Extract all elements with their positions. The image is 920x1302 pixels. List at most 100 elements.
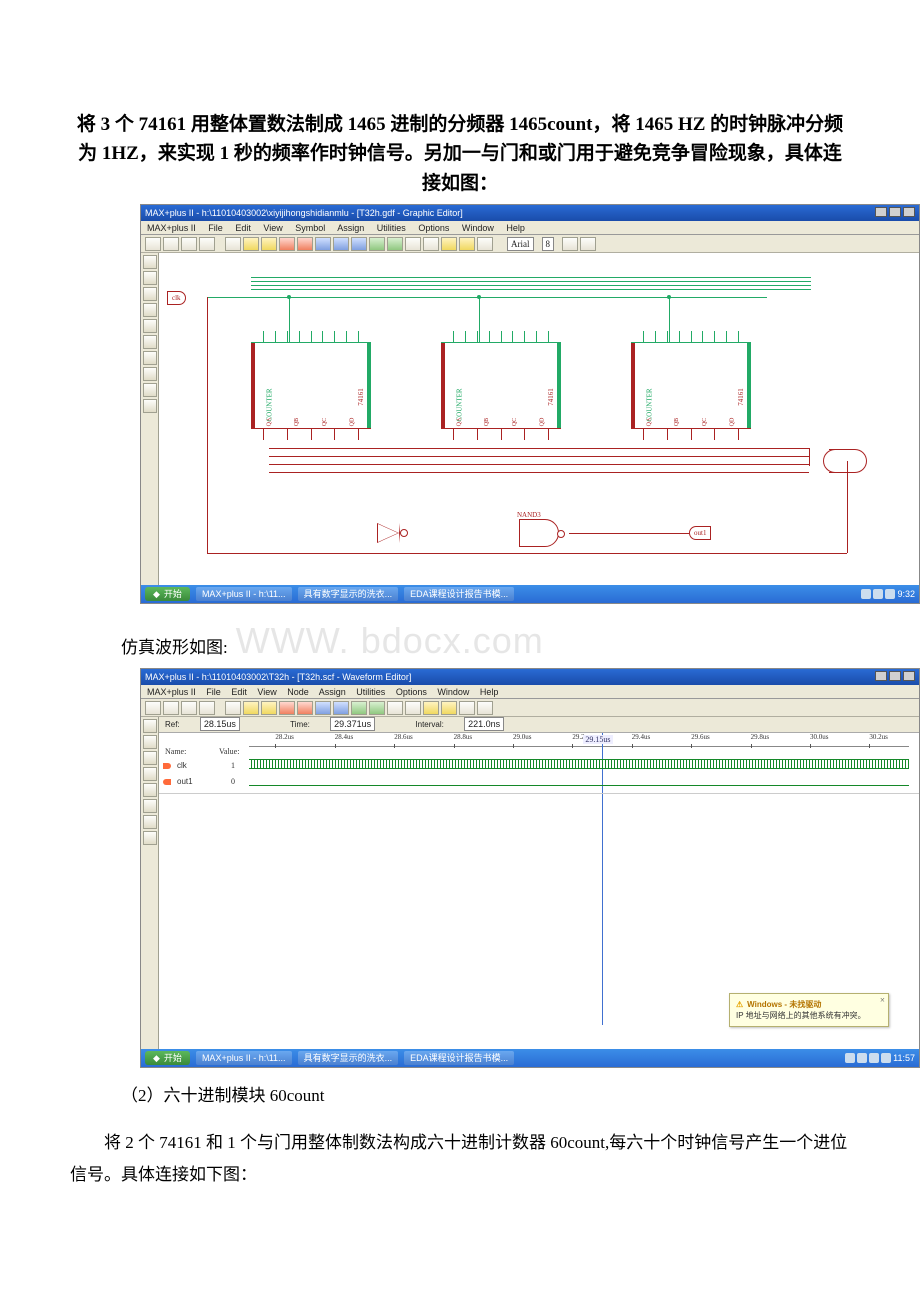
menu-item[interactable]: MAX+plus II <box>147 687 196 697</box>
menu-item[interactable]: View <box>257 687 276 697</box>
menu-item[interactable]: Options <box>396 687 427 697</box>
tool-button[interactable] <box>261 237 277 251</box>
menu-item[interactable]: Node <box>287 687 309 697</box>
tool-button[interactable] <box>199 701 215 715</box>
palette-button[interactable] <box>143 255 157 269</box>
menu-item[interactable]: Assign <box>337 223 364 233</box>
taskbar-task[interactable]: 具有数字显示的洗衣... <box>298 587 399 601</box>
size-select[interactable]: 8 <box>542 237 555 251</box>
tool-button[interactable] <box>297 237 313 251</box>
menu-item[interactable]: File <box>208 223 223 233</box>
tool-button[interactable] <box>225 237 241 251</box>
tool-button[interactable] <box>243 701 259 715</box>
palette-button[interactable] <box>143 287 157 301</box>
tool-button[interactable] <box>315 237 331 251</box>
tool-button[interactable] <box>181 237 197 251</box>
left-tool-palette[interactable] <box>141 253 159 585</box>
menu-item[interactable]: Edit <box>235 223 251 233</box>
window-controls[interactable] <box>875 205 915 221</box>
ref-value[interactable]: 28.15us <box>200 717 240 731</box>
palette-button[interactable] <box>143 319 157 333</box>
tool-button[interactable] <box>145 237 161 251</box>
palette-button[interactable] <box>143 815 157 829</box>
tool-button[interactable] <box>351 237 367 251</box>
signal-name-out1[interactable]: out1 <box>159 777 219 786</box>
palette-button[interactable] <box>143 383 157 397</box>
tool-button[interactable] <box>441 237 457 251</box>
font-select[interactable]: Arial <box>507 237 534 251</box>
signal-name-clk[interactable]: clk <box>159 761 219 770</box>
toolbar[interactable] <box>141 699 919 717</box>
tool-button[interactable] <box>405 701 421 715</box>
system-tray[interactable]: 9:32 <box>861 589 915 599</box>
close-icon[interactable]: × <box>880 995 885 1005</box>
tool-button[interactable] <box>333 701 349 715</box>
palette-button[interactable] <box>143 399 157 413</box>
tool-button[interactable] <box>405 237 421 251</box>
tool-button[interactable] <box>459 237 475 251</box>
palette-button[interactable] <box>143 799 157 813</box>
taskbar-task[interactable]: EDA课程设计报告书模... <box>404 1051 514 1065</box>
tool-button[interactable] <box>163 701 179 715</box>
left-tool-palette[interactable] <box>141 717 159 1049</box>
palette-button[interactable] <box>143 335 157 349</box>
palette-button[interactable] <box>143 303 157 317</box>
tool-button[interactable] <box>181 701 197 715</box>
tool-button[interactable] <box>459 701 475 715</box>
tool-button[interactable] <box>145 701 161 715</box>
tool-button[interactable] <box>387 701 403 715</box>
palette-button[interactable] <box>143 751 157 765</box>
tray-icon[interactable] <box>861 589 871 599</box>
tray-icon[interactable] <box>881 1053 891 1063</box>
tool-button[interactable] <box>261 701 277 715</box>
menu-item[interactable]: Edit <box>231 687 247 697</box>
tool-button[interactable] <box>163 237 179 251</box>
taskbar-task[interactable]: MAX+plus II - h:\11... <box>196 587 292 601</box>
menu-item[interactable]: Window <box>462 223 494 233</box>
menu-item[interactable]: Utilities <box>377 223 406 233</box>
waveform-canvas[interactable]: Ref: 28.15us Time: 29.371us Interval: 22… <box>159 717 919 1049</box>
tool-button[interactable] <box>387 237 403 251</box>
menu-item[interactable]: Window <box>437 687 469 697</box>
window-controls[interactable] <box>875 669 915 685</box>
menu-item[interactable]: Options <box>418 223 449 233</box>
tray-icon[interactable] <box>885 589 895 599</box>
toolbar[interactable]: Arial 8 <box>141 235 919 253</box>
tray-icon[interactable] <box>873 589 883 599</box>
palette-button[interactable] <box>143 831 157 845</box>
tray-icon[interactable] <box>845 1053 855 1063</box>
menu-item[interactable]: Help <box>480 687 499 697</box>
tray-icon[interactable] <box>869 1053 879 1063</box>
palette-button[interactable] <box>143 351 157 365</box>
palette-button[interactable] <box>143 367 157 381</box>
menu-item[interactable]: View <box>263 223 282 233</box>
tool-button[interactable] <box>580 237 596 251</box>
tool-button[interactable] <box>351 701 367 715</box>
windows-taskbar[interactable]: ◆ 开始 MAX+plus II - h:\11... 具有数字显示的洗衣...… <box>141 1049 919 1067</box>
start-button[interactable]: ◆ 开始 <box>145 1051 190 1065</box>
tool-button[interactable] <box>423 701 439 715</box>
tool-button[interactable] <box>423 237 439 251</box>
tool-button[interactable] <box>315 701 331 715</box>
tool-button[interactable] <box>297 701 313 715</box>
menu-bar[interactable]: MAX+plus II File Edit View Symbol Assign… <box>141 221 919 235</box>
menu-item[interactable]: Symbol <box>295 223 325 233</box>
taskbar-task[interactable]: EDA课程设计报告书模... <box>404 587 514 601</box>
tool-button[interactable] <box>225 701 241 715</box>
palette-button[interactable] <box>143 719 157 733</box>
taskbar-task[interactable]: MAX+plus II - h:\11... <box>196 1051 292 1065</box>
menu-item[interactable]: Utilities <box>356 687 385 697</box>
tool-button[interactable] <box>333 237 349 251</box>
palette-button[interactable] <box>143 735 157 749</box>
palette-button[interactable] <box>143 271 157 285</box>
taskbar-task[interactable]: 具有数字显示的洗衣... <box>298 1051 399 1065</box>
tool-button[interactable] <box>562 237 578 251</box>
tool-button[interactable] <box>243 237 259 251</box>
tool-button[interactable] <box>477 701 493 715</box>
menu-item[interactable]: File <box>206 687 221 697</box>
balloon-tooltip[interactable]: × Windows - 未找驱动 IP 地址与网络上的其他系统有冲突。 <box>729 993 889 1027</box>
tool-button[interactable] <box>279 701 295 715</box>
start-button[interactable]: ◆ 开始 <box>145 587 190 601</box>
menu-item[interactable]: Help <box>506 223 525 233</box>
tool-button[interactable] <box>477 237 493 251</box>
